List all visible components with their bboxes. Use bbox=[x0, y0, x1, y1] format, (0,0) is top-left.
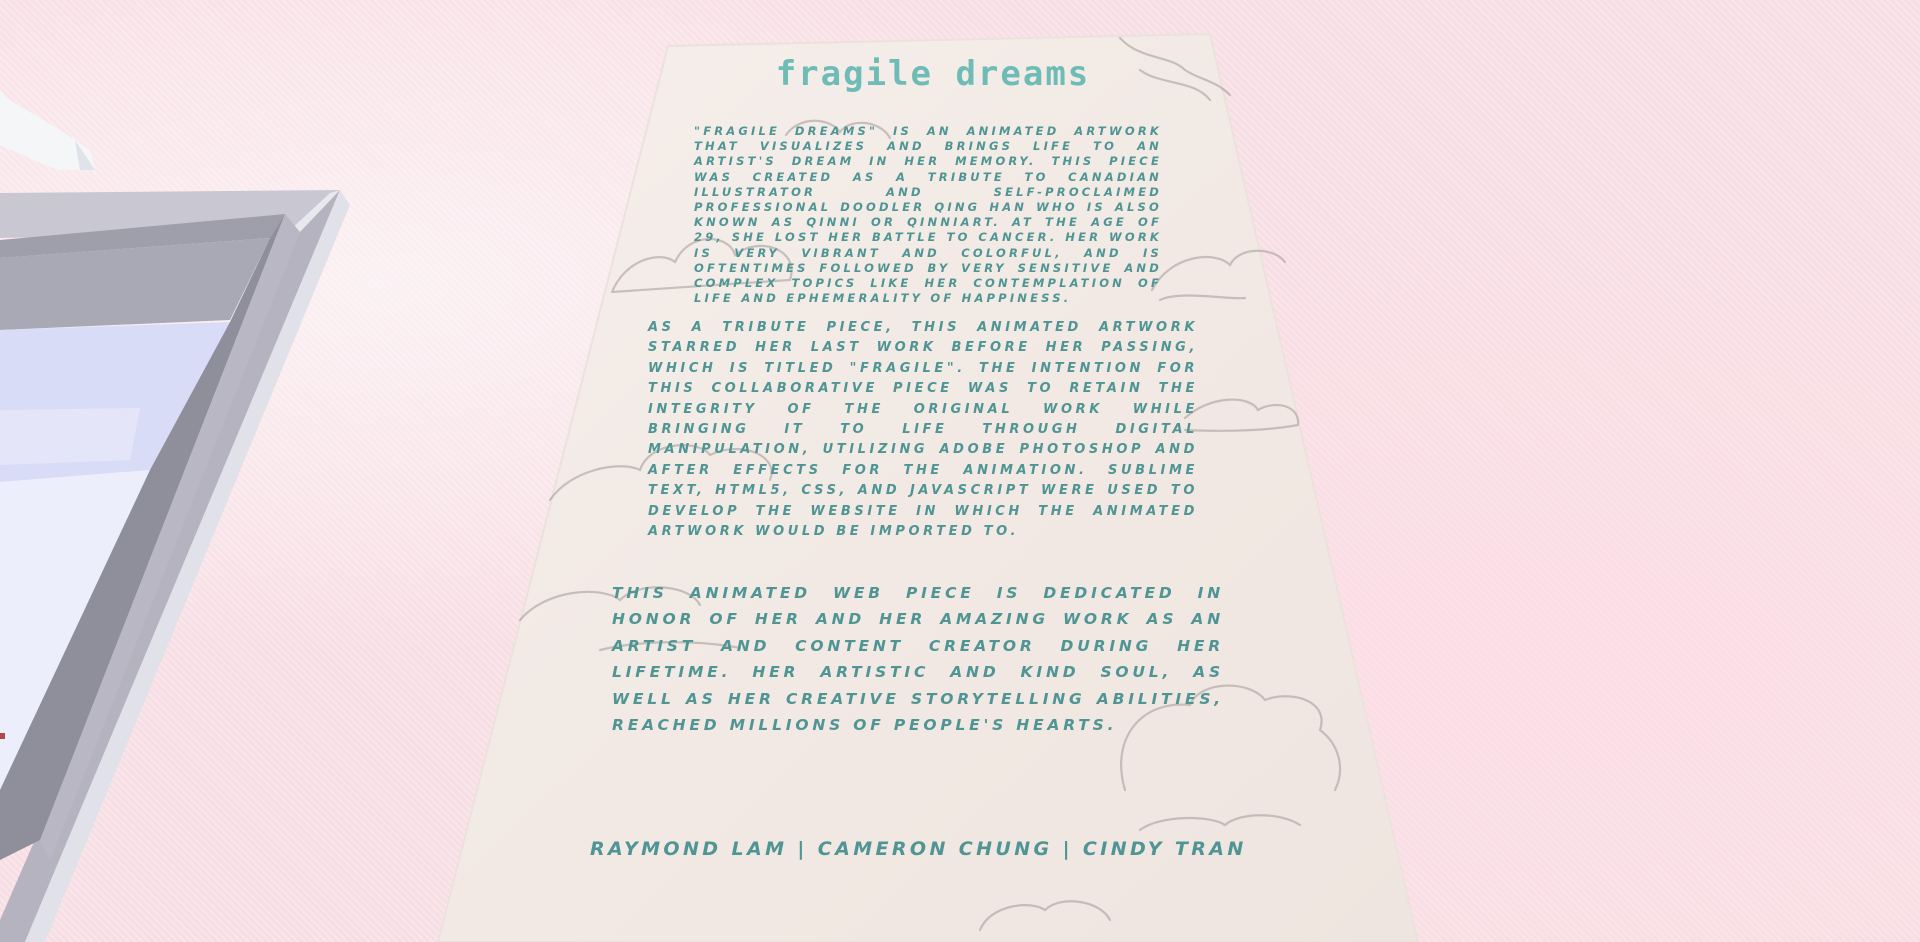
panel-title: fragile dreams bbox=[775, 54, 1091, 94]
credits-line: RAYMOND LAM | CAMERON CHUNG | CINDY TRAN bbox=[590, 838, 1247, 860]
panel-paragraph: THIS ANIMATED WEB PIECE IS DEDICATED IN … bbox=[612, 584, 1224, 735]
info-panel: fragile dreams "FRAGILE DREAMS" IS AN AN… bbox=[0, 0, 1920, 942]
panel-paragraph: AS A TRIBUTE PIECE, THIS ANIMATED ARTWOR… bbox=[648, 320, 1198, 540]
panel-paragraph: "FRAGILE DREAMS" IS AN ANIMATED ARTWORK … bbox=[694, 124, 1162, 306]
